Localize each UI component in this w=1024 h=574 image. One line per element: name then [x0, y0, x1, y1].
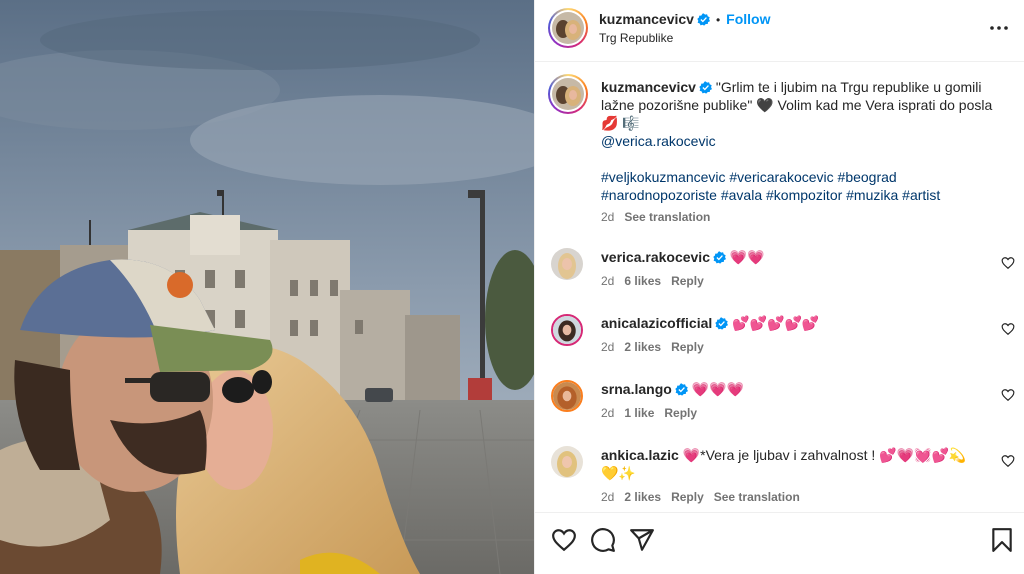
author-avatar[interactable]: [548, 8, 588, 48]
verified-badge-icon: [713, 251, 726, 264]
see-translation-button[interactable]: See translation: [714, 490, 800, 504]
comment-likes[interactable]: 2 likes: [624, 340, 661, 354]
commenter-avatar[interactable]: [551, 446, 583, 478]
reply-button[interactable]: Reply: [671, 274, 704, 288]
commenter-username[interactable]: verica.rakocevic: [601, 249, 710, 265]
reply-button[interactable]: Reply: [671, 490, 704, 504]
caption-hashtags[interactable]: #veljkokuzmancevic #vericarakocevic #beo…: [601, 168, 1001, 204]
more-options-icon[interactable]: [987, 16, 1011, 40]
comment-like-heart-icon[interactable]: [1001, 256, 1015, 270]
post-caption: kuzmancevicv "Grlim te i ljubim na Trgu …: [601, 78, 1001, 226]
post-location[interactable]: Trg Republike: [599, 31, 673, 45]
see-translation-button[interactable]: See translation: [624, 210, 710, 224]
commenter-avatar[interactable]: [551, 314, 583, 346]
separator-dot: •: [715, 13, 721, 27]
comment-age[interactable]: 2d: [601, 274, 614, 288]
post-photo: [0, 0, 534, 574]
verified-badge-icon: [675, 383, 688, 396]
comment-age[interactable]: 2d: [601, 340, 614, 354]
comment-likes[interactable]: 1 like: [624, 406, 654, 420]
commenter-avatar[interactable]: [551, 248, 583, 280]
comment-age[interactable]: 2d: [601, 490, 614, 504]
post-action-bar: [535, 512, 1024, 574]
bookmark-icon[interactable]: [989, 527, 1015, 553]
caption-age[interactable]: 2d: [601, 210, 614, 224]
comment-text: 💕💕💕💕💕: [732, 315, 820, 331]
verified-badge-icon: [697, 13, 710, 26]
comment-like-heart-icon[interactable]: [1001, 454, 1015, 468]
comment-text: 💗💗💗: [691, 381, 744, 397]
post-side-panel: kuzmancevicv • Follow Trg Republike kuzman…: [534, 0, 1024, 574]
comment-likes[interactable]: 6 likes: [624, 274, 661, 288]
caption-author-avatar[interactable]: [548, 74, 588, 114]
comment-age[interactable]: 2d: [601, 406, 614, 420]
comment-icon[interactable]: [590, 527, 616, 553]
commenter-username[interactable]: anicalazicofficial: [601, 315, 712, 331]
share-icon[interactable]: [629, 527, 655, 553]
caption-mention[interactable]: @verica.rakocevic: [601, 132, 1001, 150]
comment-likes[interactable]: 2 likes: [624, 490, 661, 504]
author-username[interactable]: kuzmancevicv: [599, 11, 694, 27]
verified-badge-icon: [715, 317, 729, 330]
commenter-username[interactable]: srna.lango: [601, 381, 672, 397]
comments-scroll-area[interactable]: kuzmancevicv "Grlim te i ljubim na Trgu …: [535, 62, 1024, 512]
reply-button[interactable]: Reply: [671, 340, 704, 354]
caption-username[interactable]: kuzmancevicv: [601, 79, 696, 95]
comment-text: 💗💗: [729, 249, 765, 265]
follow-button[interactable]: Follow: [726, 11, 770, 27]
commenter-username[interactable]: ankica.lazic: [601, 447, 679, 463]
verified-badge-icon: [699, 81, 712, 94]
comment-like-heart-icon[interactable]: [1001, 388, 1015, 402]
comment-like-heart-icon[interactable]: [1001, 322, 1015, 336]
commenter-avatar[interactable]: [551, 380, 583, 412]
post-header: kuzmancevicv • Follow Trg Republike: [535, 0, 1024, 62]
heart-outline-icon[interactable]: [551, 527, 577, 553]
reply-button[interactable]: Reply: [664, 406, 697, 420]
